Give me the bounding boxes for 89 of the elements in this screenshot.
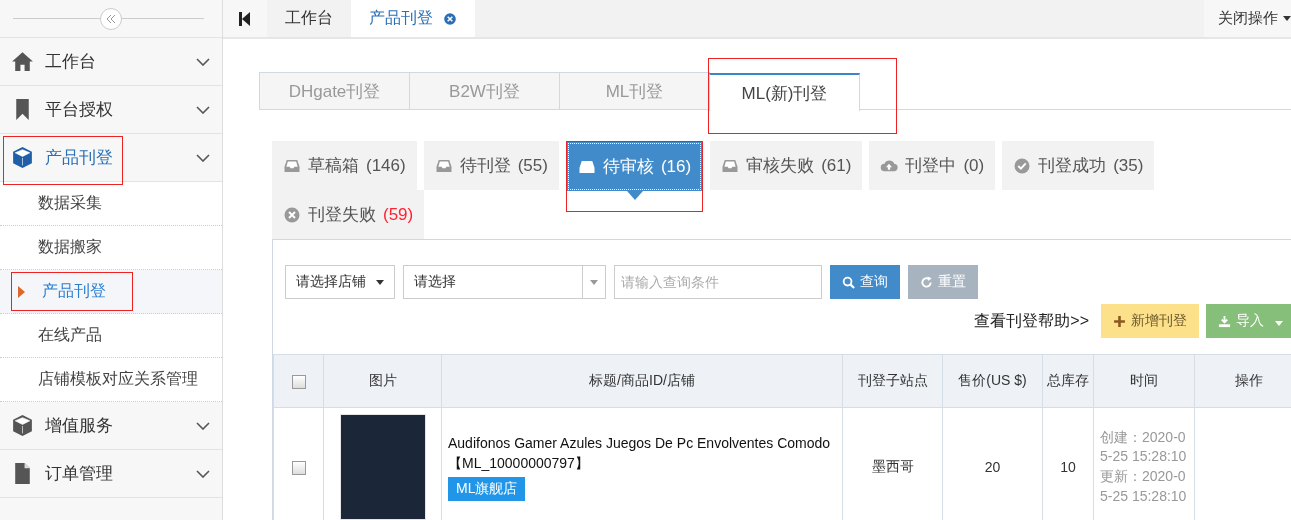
caret-icon (1275, 321, 1283, 326)
skip-back-icon (239, 11, 251, 26)
query-input[interactable]: 请输入查询条件 (614, 265, 822, 299)
submenu-label: 店铺模板对应关系管理 (38, 369, 198, 389)
page-tab[interactable]: 产品刊登 (351, 0, 475, 37)
status-tab[interactable]: 待审核 (16) (566, 142, 703, 191)
cube-icon (10, 145, 35, 170)
tab-count: (59) (383, 204, 414, 225)
column-header: 操作 (1194, 354, 1291, 408)
menu-label: 工作台 (45, 51, 96, 73)
created-time: 创建：2020-05-25 15:28:10 (1100, 427, 1188, 467)
search-button[interactable]: 查询 (830, 265, 900, 299)
first-tab-button[interactable] (223, 0, 267, 37)
tab-count: (146) (366, 155, 406, 176)
close-operations-dropdown[interactable]: 关闭操作 (1204, 0, 1291, 37)
sidebar-submenu-item[interactable]: 在线产品 (0, 314, 222, 358)
chevron-down-icon (196, 57, 210, 66)
tab-count: (0) (963, 155, 985, 176)
plus-icon (1113, 314, 1126, 328)
status-tab[interactable]: 刊登中 (0) (869, 141, 996, 190)
cube-icon (10, 413, 35, 438)
product-id: 【ML_10000000797】 (448, 454, 590, 473)
download-icon (1218, 314, 1231, 328)
collapse-sidebar-button[interactable] (100, 7, 122, 30)
menu-label: 平台授权 (45, 99, 113, 121)
menu-label: 订单管理 (45, 463, 113, 485)
status-tab[interactable]: 刊登失败 (59) (272, 190, 425, 239)
column-header: 总库存 (1042, 354, 1094, 408)
menu-label: 增值服务 (45, 415, 113, 437)
tab-label: 草稿箱 (308, 155, 359, 177)
column-header: 时间 (1093, 354, 1195, 408)
x-circle-icon (283, 205, 301, 224)
caret-icon (1283, 16, 1291, 21)
check-circle-icon (1013, 156, 1032, 175)
chevron-down-icon (196, 105, 210, 114)
tab-label: 审核失败 (746, 155, 815, 177)
status-tab[interactable]: 待刊登 (55) (423, 141, 559, 190)
shop-tag: ML旗舰店 (448, 477, 526, 502)
tab-label: 刊登中 (905, 155, 957, 177)
close-icon[interactable] (443, 11, 457, 26)
submenu-label: 产品刊登 (42, 281, 106, 301)
add-listing-button[interactable]: 新增刊登 (1101, 304, 1199, 338)
tab-count: (16) (660, 156, 692, 177)
submenu-label: 在线产品 (38, 325, 102, 345)
sidebar-submenu-item[interactable]: 数据采集 (0, 182, 222, 226)
updated-time: 更新：2020-05-25 15:28:10 (1100, 467, 1188, 506)
tab-count: (61) (821, 155, 852, 176)
row-checkbox[interactable] (291, 461, 306, 476)
tab-label: 待刊登 (459, 155, 511, 177)
column-header: 刊登子站点 (842, 354, 943, 408)
product-title: Audifonos Gamer Azules Juegos De Pc Envolventes Comodo (448, 433, 832, 453)
submenu-label: 数据搬家 (38, 237, 102, 257)
double-chevron-left-icon (106, 13, 116, 24)
column-header: 图片 (323, 354, 442, 408)
submenu-label: 数据采集 (38, 193, 102, 213)
tab-count: (35) (1113, 155, 1144, 176)
status-tab[interactable]: 草稿箱 (146) (272, 141, 417, 190)
sidebar-menu-item[interactable]: 平台授权 (0, 86, 222, 134)
triangle-icon (18, 285, 25, 298)
sidebar-submenu-item[interactable]: 店铺模板对应关系管理 (0, 358, 222, 402)
status-tab[interactable]: 审核失败 (61) (710, 141, 863, 190)
home-icon (10, 49, 35, 74)
tab-label: 刊登成功 (1038, 155, 1107, 177)
tab-label: 待审核 (602, 156, 654, 178)
select-all-checkbox[interactable] (291, 375, 306, 390)
help-link[interactable]: 查看刊登帮助>> (974, 310, 1089, 332)
sidebar-menu-item[interactable]: 工作台 (0, 38, 222, 86)
column-header: 标题/商品ID/店铺 (441, 354, 843, 408)
sidebar-menu-item[interactable]: 订单管理 (0, 450, 222, 498)
option-select[interactable]: 请选择 (403, 265, 606, 299)
status-tab[interactable]: 刊登成功 (35) (1002, 141, 1155, 190)
caret-icon (590, 279, 598, 285)
refresh-icon (920, 275, 933, 289)
chevron-down-icon (196, 469, 210, 478)
page-tab[interactable]: 工作台 (267, 0, 351, 37)
search-icon (842, 275, 855, 289)
sidebar-submenu-item[interactable]: 产品刊登 (0, 270, 222, 314)
platform-tab[interactable]: ML(新)刊登 (709, 73, 860, 111)
sidebar-menu-item[interactable]: 增值服务 (0, 402, 222, 450)
chevron-down-icon (196, 421, 210, 430)
column-header: 售价(US $) (942, 354, 1043, 408)
chevron-down-icon (196, 153, 210, 162)
pointer-triangle-icon (626, 191, 643, 200)
tab-label: 刊登失败 (308, 204, 376, 226)
tab-count: (55) (517, 155, 548, 176)
shop-select[interactable]: 请选择店铺 (285, 265, 395, 299)
menu-label: 产品刊登 (45, 147, 113, 169)
sidebar-submenu-item[interactable]: 数据搬家 (0, 226, 222, 270)
caret-icon (376, 279, 384, 285)
